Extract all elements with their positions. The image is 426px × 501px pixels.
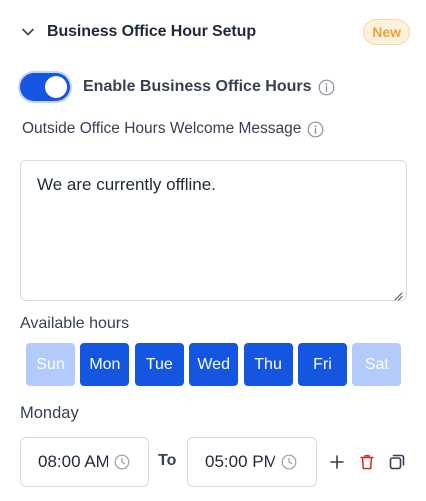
toggle-knob: [45, 76, 67, 98]
clock-icon[interactable]: [114, 454, 130, 470]
chevron-down-icon[interactable]: [20, 24, 36, 40]
copy-icon[interactable]: [386, 451, 408, 473]
section-header[interactable]: Business Office Hour Setup New: [20, 18, 410, 46]
day-mon-button[interactable]: Mon: [80, 343, 130, 386]
info-icon[interactable]: [318, 79, 335, 96]
selected-day-title: Monday: [20, 404, 79, 422]
end-time-value: 05:00 PM: [205, 452, 275, 471]
start-time-input[interactable]: 08:00 AM: [20, 437, 149, 487]
available-hours-label: Available hours: [20, 315, 130, 332]
start-time-value: 08:00 AM: [38, 452, 108, 471]
message-label-row: Outside Office Hours Welcome Message: [22, 118, 324, 140]
add-time-slot-icon[interactable]: [326, 451, 348, 473]
end-time-input[interactable]: 05:00 PM: [187, 437, 317, 487]
day-fri-button[interactable]: Fri: [297, 343, 347, 386]
new-badge: New: [363, 19, 410, 45]
clock-icon[interactable]: [281, 454, 297, 470]
day-tue-button[interactable]: Tue: [134, 343, 184, 386]
to-label: To: [158, 452, 177, 469]
info-icon[interactable]: [307, 121, 324, 138]
day-selector: Sun Mon Tue Wed Thu Fri Sat: [26, 343, 407, 386]
day-sun-button[interactable]: Sun: [26, 343, 75, 386]
day-wed-button[interactable]: Wed: [189, 343, 239, 386]
section-title: Business Office Hour Setup: [47, 23, 256, 40]
enable-hours-label: Enable Business Office Hours: [83, 78, 312, 95]
day-sat-button[interactable]: Sat: [352, 343, 402, 386]
resize-handle-icon[interactable]: [393, 288, 403, 301]
message-label: Outside Office Hours Welcome Message: [22, 120, 302, 137]
day-thu-button[interactable]: Thu: [243, 343, 293, 386]
welcome-message-textarea[interactable]: We are currently offline.: [20, 160, 407, 301]
trash-icon[interactable]: [356, 451, 378, 473]
enable-hours-row: Enable Business Office Hours: [20, 72, 335, 102]
enable-hours-toggle[interactable]: [20, 73, 70, 101]
